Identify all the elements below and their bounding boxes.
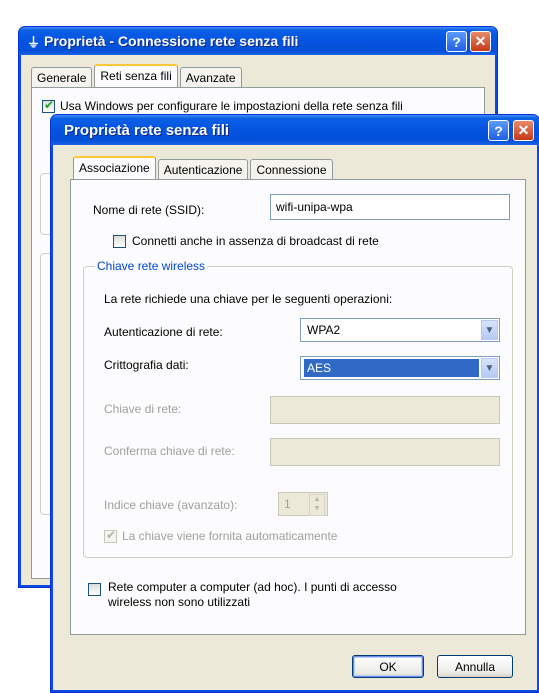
tab-avanzate[interactable]: Avanzate [179, 67, 242, 87]
back-window-title: Proprietà - Connessione rete senza fili [44, 33, 299, 49]
adhoc-checkbox[interactable] [88, 583, 101, 596]
spin-arrows-icon[interactable]: ▲ ▼ [309, 494, 325, 516]
dialog-close-button[interactable]: ✕ [513, 120, 534, 141]
network-key-input[interactable] [270, 396, 500, 424]
broadcast-label: Connetti anche in assenza di broadcast d… [132, 234, 379, 248]
dialog-help-button[interactable]: ? [488, 120, 509, 141]
confirm-key-label: Conferma chiave di rete: [104, 444, 235, 458]
tab-connessione[interactable]: Connessione [250, 159, 333, 179]
adhoc-label-line2: wireless non sono utilizzati [108, 595, 251, 609]
crypto-select[interactable]: AES ▼ [300, 356, 500, 380]
help-button[interactable]: ? [446, 31, 467, 52]
chevron-down-icon[interactable]: ▼ [481, 358, 498, 378]
wireless-properties-dialog: Proprietà rete senza fili ? ✕ Associazio… [50, 114, 539, 693]
wireless-key-group-title: Chiave rete wireless [95, 259, 208, 273]
group-description: La rete richiede una chiave per le segue… [104, 292, 393, 306]
broadcast-checkbox[interactable] [113, 235, 126, 248]
use-windows-label: Usa Windows per configurare le impostazi… [60, 99, 403, 113]
dialog-titlebar[interactable]: Proprietà rete senza fili ? ✕ [51, 115, 539, 145]
auth-label: Autenticazione di rete: [104, 325, 223, 339]
crypto-select-value: AES [304, 359, 479, 377]
close-button[interactable]: ✕ [470, 31, 491, 52]
ssid-label: Nome di rete (SSID): [93, 203, 205, 217]
tab-autenticazione[interactable]: Autenticazione [157, 159, 249, 179]
use-windows-checkbox[interactable]: ✔ [42, 98, 55, 113]
auth-select[interactable]: WPA2 ▼ [300, 318, 500, 342]
network-connection-icon: ⏚ [27, 34, 41, 50]
adhoc-label-line1: Rete computer a computer (ad hoc). I pun… [108, 580, 397, 594]
network-key-label: Chiave di rete: [104, 402, 182, 416]
chevron-down-icon[interactable]: ▼ [481, 320, 498, 340]
tab-generale[interactable]: Generale [31, 67, 93, 87]
association-panel: Nome di rete (SSID): wifi-unipa-wpa Conn… [70, 179, 526, 635]
ok-button[interactable]: OK [352, 655, 424, 678]
dialog-title: Proprietà rete senza fili [64, 121, 230, 139]
key-index-label: Indice chiave (avanzato): [104, 498, 238, 512]
cancel-button[interactable]: Annulla [437, 655, 513, 678]
tab-associazione[interactable]: Associazione [73, 156, 156, 179]
auto-key-checkbox[interactable]: ✔ [104, 528, 117, 543]
key-index-spinner[interactable]: 1 ▲ ▼ [278, 492, 328, 516]
key-index-value: 1 [284, 497, 291, 511]
ssid-input[interactable]: wifi-unipa-wpa [270, 194, 510, 220]
back-window-titlebar[interactable]: ⏚ Proprietà - Connessione rete senza fil… [19, 27, 497, 55]
tab-reti-senza-fili[interactable]: Reti senza fili [94, 64, 178, 87]
auto-key-label: La chiave viene fornita automaticamente [122, 529, 338, 543]
auth-select-value: WPA2 [307, 323, 341, 337]
confirm-key-input[interactable] [270, 438, 500, 466]
crypto-label: Crittografia dati: [104, 358, 189, 372]
